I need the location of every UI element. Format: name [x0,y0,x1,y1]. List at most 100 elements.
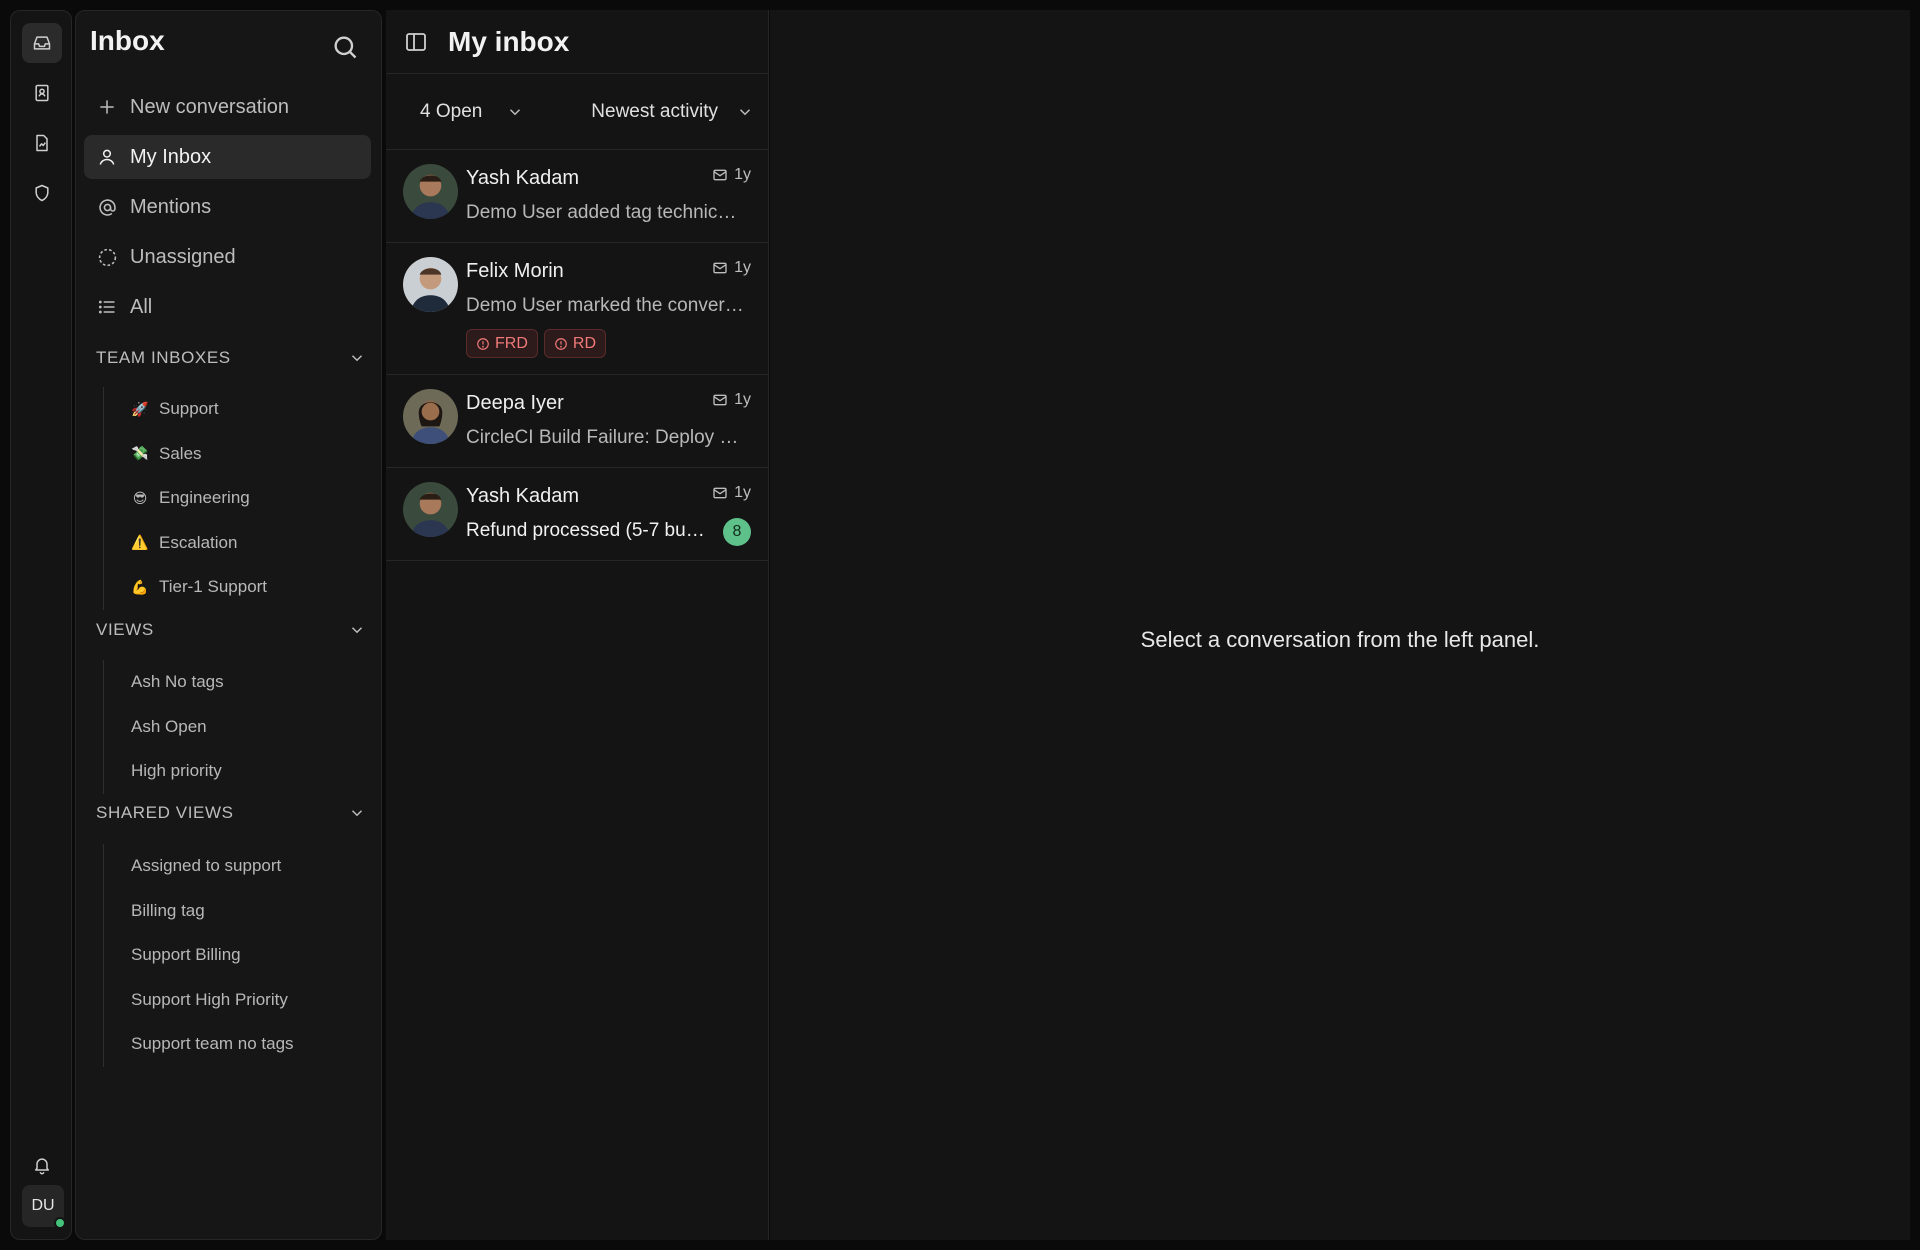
alert-circle-icon [477,337,489,350]
sla-tag-rd[interactable]: RD [543,329,606,358]
dashed-circle-icon [96,246,118,268]
conversation-time: 1y [734,484,751,501]
conversation-preview: Demo User marked the conversation [466,295,746,316]
inbox-sidebar: Inbox New conversation My Inbox Mentions… [75,10,382,1240]
conversation-filters: 4 Open Newest activity [386,74,768,150]
sidebar-item-my-inbox[interactable]: My Inbox [84,135,371,179]
sidebar-item-engineering[interactable]: 😎 Engineering [104,476,267,521]
sla-tag-frd[interactable]: FRD [466,329,538,358]
warning-icon: ⚠️ [131,534,149,551]
sidebar-item-view[interactable]: Ash Open [104,705,224,750]
team-inboxes-header[interactable]: TEAM INBOXES [96,345,366,371]
views-list: Ash No tags Ash Open High priority [103,660,224,794]
user-avatar[interactable]: DU [22,1185,66,1229]
status-filter-dropdown[interactable]: 4 Open [420,101,524,123]
mail-icon [713,394,727,406]
contact-avatar [403,164,458,219]
bell-icon[interactable] [22,1145,62,1185]
sidebar-item-unassigned[interactable]: Unassigned [84,235,371,279]
sort-filter-value: Newest activity [591,100,718,122]
rocket-icon: 🚀 [131,400,149,417]
conversation-list-panel: My inbox 4 Open Newest activity Yash Kad… [386,10,769,1240]
sort-filter-dropdown[interactable]: Newest activity [591,101,754,123]
sidebar-item-shared-view[interactable]: Support team no tags [104,1022,294,1067]
sub-item-label: Support [159,399,219,419]
sub-item-label: High priority [131,761,222,781]
empty-state-message: Select a conversation from the left pane… [1140,627,1540,652]
sidebar-item-mentions[interactable]: Mentions [84,185,371,229]
contacts-icon[interactable] [22,73,62,113]
conversation-item[interactable]: Felix Morin 1y Demo User marked the conv… [386,243,768,375]
section-title: SHARED VIEWS [96,803,234,822]
sidebar-item-sales[interactable]: 💸 Sales [104,432,267,477]
sidebar-item-shared-view[interactable]: Assigned to support [104,844,294,889]
reports-icon[interactable] [22,123,62,163]
conversation-item[interactable]: Yash Kadam 1y Demo User added tag techni… [386,150,768,243]
user-initials: DU [31,1197,55,1214]
sub-item-label: Engineering [159,488,250,508]
online-status-dot [54,1217,66,1229]
sidebar-item-shared-view[interactable]: Support Billing [104,933,294,978]
contact-avatar [403,257,458,312]
chevron-down-icon [351,810,363,817]
shared-views-header[interactable]: SHARED VIEWS [96,800,366,826]
icon-rail: DU [10,10,72,1240]
mail-icon [713,262,727,274]
sidebar-item-escalation[interactable]: ⚠️ Escalation [104,521,267,566]
conversation-meta: 1y [712,391,751,409]
team-inboxes-list: 🚀 Support 💸 Sales 😎 Engineering ⚠️ Escal… [103,387,267,610]
section-title: TEAM INBOXES [96,348,231,367]
sub-item-label: Escalation [159,532,238,552]
sidebar-item-view[interactable]: High priority [104,749,224,794]
sla-tags: FRD RD [466,329,751,358]
sub-item-label: Tier-1 Support [159,577,268,597]
sidebar-item-view[interactable]: Ash No tags [104,660,224,705]
nav-label: Mentions [130,195,212,218]
conversation-item[interactable]: Deepa Iyer 1y CircleCI Build Failure: De… [386,375,768,468]
sub-item-label: Ash Open [131,716,207,736]
shield-icon[interactable] [22,173,62,213]
chevron-down-icon [739,108,751,115]
user-icon [96,146,118,168]
chevron-down-icon [510,108,521,115]
shared-views-list: Assigned to support Billing tag Support … [103,844,294,1067]
nav-label: Unassigned [130,245,236,268]
conversation-time: 1y [734,166,751,183]
contact-avatar [403,482,458,537]
section-title: VIEWS [96,620,154,639]
sidebar-item-shared-view[interactable]: Billing tag [104,889,294,934]
conversation-meta: 1y [712,166,751,184]
app-root: DU Inbox New conversation My Inbox Menti… [0,0,1920,1250]
conversation-preview: Refund processed (5-7 business days) [466,520,706,541]
sidebar-item-shared-view[interactable]: Support High Priority [104,978,294,1023]
list-icon [96,296,118,318]
views-header[interactable]: VIEWS [96,617,366,643]
conversation-preview: Demo User added tag technical-issue [466,202,746,223]
conversation-time: 1y [734,391,751,408]
sunglasses-icon: 😎 [132,489,148,506]
alert-circle-icon [555,337,567,350]
at-icon [96,196,118,218]
tag-label: RD [572,334,596,352]
status-filter-value: 4 Open [420,100,483,122]
plus-icon [96,96,118,118]
mail-icon [713,487,727,499]
toggle-sidebar-icon[interactable] [404,30,428,54]
sidebar-title: Inbox [90,25,165,56]
sidebar-item-support[interactable]: 🚀 Support [104,387,267,432]
sub-item-label: Assigned to support [131,856,282,876]
new-conversation-button[interactable]: New conversation [84,85,371,129]
unread-count-badge: 8 [723,518,751,546]
sidebar-item-all[interactable]: All [84,285,371,329]
sub-item-label: Support Billing [131,945,241,965]
conversation-item[interactable]: Yash Kadam 1y Refund processed (5-7 busi… [386,468,768,561]
inbox-icon[interactable] [22,23,62,63]
conversation-preview: CircleCI Build Failure: Deploy pipeline [466,427,746,448]
sidebar-item-tier-1-support[interactable]: 💪 Tier-1 Support [104,565,267,610]
sub-item-label: Support team no tags [131,1034,294,1054]
search-icon[interactable] [331,33,361,63]
conversation-meta: 1y [712,484,751,502]
money-icon: 💸 [131,445,149,462]
tag-label: FRD [495,334,528,352]
nav-label: My Inbox [130,145,212,168]
